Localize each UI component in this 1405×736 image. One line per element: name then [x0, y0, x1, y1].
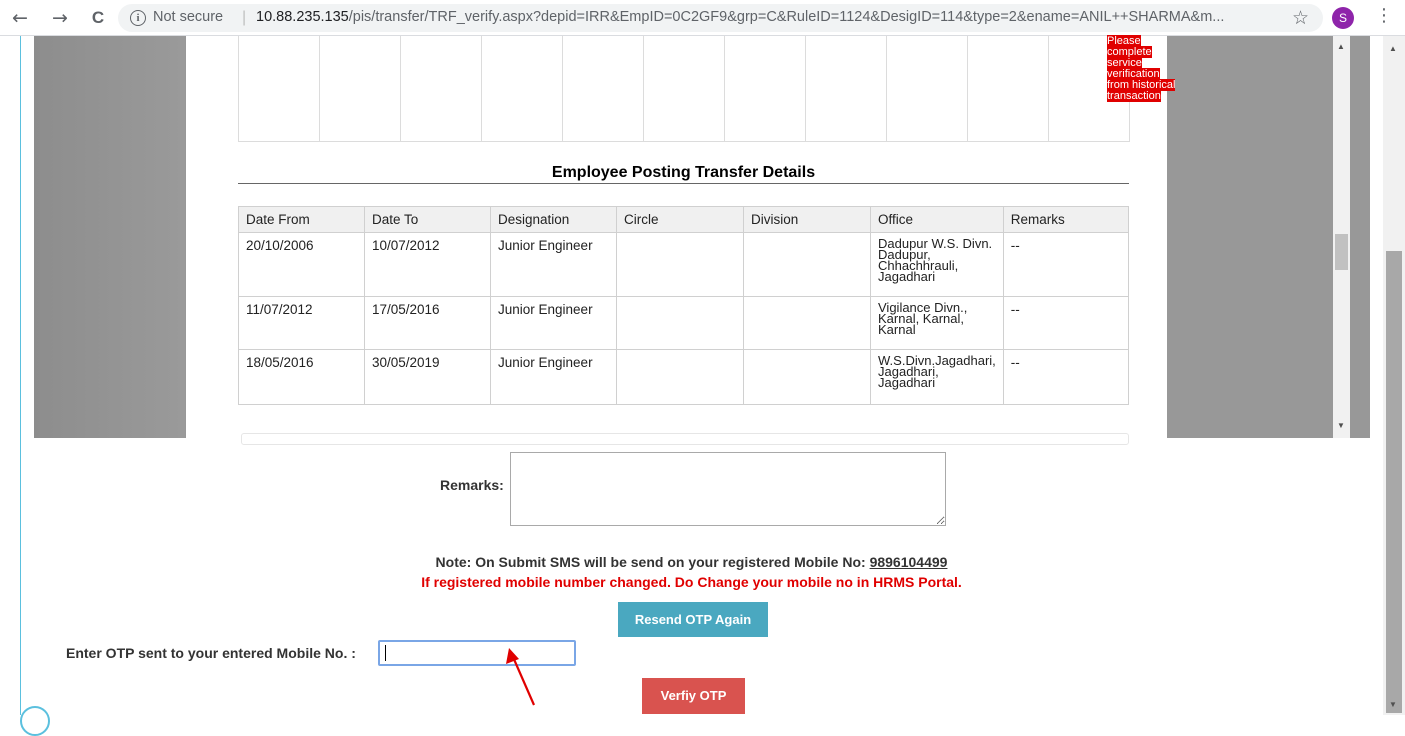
date-from-cell: 20/10/2006 [238, 232, 365, 297]
browser-toolbar: ← → C i Not secure | 10.88.235.135/pis/t… [0, 0, 1405, 36]
remarks-cell: -- [1002, 296, 1130, 350]
office-cell: Vigilance Divn., Karnal, Karnal, Karnal [870, 296, 1004, 350]
verify-otp-button[interactable]: Verfiy OTP [642, 678, 745, 714]
table-cell [482, 36, 563, 141]
sms-note-text: Note: On Submit SMS will be send on your… [435, 554, 866, 570]
table-row: 18/05/2016 30/05/2019 Junior Engineer W.… [238, 349, 1130, 405]
text-caret [385, 645, 386, 661]
info-icon[interactable]: i [130, 10, 146, 26]
table-cell [401, 36, 482, 141]
address-separator: | [242, 9, 247, 26]
report-frame-left-margin [34, 36, 185, 438]
date-to-cell: 10/07/2012 [364, 232, 491, 297]
posting-transfer-table: Date From Date To Designation Circle Div… [238, 206, 1130, 405]
resend-otp-button[interactable]: Resend OTP Again [618, 602, 768, 637]
url-text[interactable]: 10.88.235.135/pis/transfer/TRF_verify.as… [256, 9, 1276, 25]
column-header: Date From [238, 206, 365, 233]
circle-cell [616, 232, 744, 297]
sms-note: Note: On Submit SMS will be send on your… [0, 554, 1383, 570]
table-row: 20/10/2006 10/07/2012 Junior Engineer Da… [238, 232, 1130, 297]
service-verification-warning: Please complete service verification fro… [1107, 35, 1176, 102]
circle-cell [616, 296, 744, 350]
division-cell [743, 296, 871, 350]
date-to-cell: 17/05/2016 [364, 296, 491, 350]
scroll-down-icon[interactable]: ▼ [1389, 700, 1397, 709]
report-frame-right-margin [1167, 36, 1337, 438]
profile-avatar[interactable]: S [1332, 7, 1354, 29]
circle-icon [20, 706, 50, 736]
column-header: Designation [490, 206, 617, 233]
office-cell: W.S.Divn.Jagadhari, Jagadhari, Jagadhari [870, 349, 1004, 405]
remarks-cell: -- [1002, 232, 1130, 297]
remarks-textarea[interactable] [510, 452, 946, 526]
report-paper: Please complete service verification fro… [186, 35, 1176, 445]
column-header: Circle [616, 206, 744, 233]
service-table-fragment: Please complete service verification fro… [238, 35, 1176, 142]
scroll-up-icon[interactable]: ▲ [1337, 42, 1345, 51]
division-cell [743, 232, 871, 297]
bookmark-star-icon[interactable]: ☆ [1292, 7, 1309, 29]
scrollbar-thumb[interactable] [1386, 251, 1402, 713]
table-cell [968, 36, 1049, 141]
url-host: 10.88.235.135 [256, 9, 349, 25]
remarks-cell: -- [1002, 349, 1130, 405]
designation-cell: Junior Engineer [490, 349, 617, 405]
forward-icon[interactable]: → [48, 6, 72, 30]
url-path: /pis/transfer/TRF_verify.aspx?depid=IRR&… [348, 9, 1225, 25]
remarks-label: Remarks: [440, 477, 504, 493]
table-header-row: Date From Date To Designation Circle Div… [238, 206, 1130, 233]
circle-cell [616, 349, 744, 405]
table-cell [725, 36, 806, 141]
date-to-cell: 30/05/2019 [364, 349, 491, 405]
annotation-arrow-icon [506, 648, 536, 706]
table-cell [887, 36, 968, 141]
section-title: Employee Posting Transfer Details [551, 164, 816, 181]
back-icon[interactable]: ← [8, 6, 32, 30]
column-header: Date To [364, 206, 491, 233]
column-header: Remarks [1002, 206, 1130, 233]
page-scrollbar[interactable]: ▲ ▼ [1383, 36, 1405, 715]
division-cell [743, 349, 871, 405]
column-header: Division [743, 206, 871, 233]
table-row: 11/07/2012 17/05/2016 Junior Engineer Vi… [238, 296, 1130, 350]
scrollbar-thumb[interactable] [1335, 234, 1348, 270]
otp-label: Enter OTP sent to your entered Mobile No… [66, 645, 356, 661]
otp-input[interactable] [378, 640, 576, 666]
security-label: Not secure [153, 9, 224, 25]
address-bar[interactable]: i Not secure | 10.88.235.135/pis/transfe… [118, 4, 1323, 32]
next-section-box [241, 433, 1129, 445]
designation-cell: Junior Engineer [490, 232, 617, 297]
date-from-cell: 11/07/2012 [238, 296, 365, 350]
reload-icon[interactable]: C [86, 6, 110, 30]
table-cell [320, 36, 401, 141]
designation-cell: Junior Engineer [490, 296, 617, 350]
registered-mobile-number: 9896104499 [869, 554, 948, 570]
report-frame-scrollbar[interactable]: ▲ ▼ [1333, 36, 1350, 438]
date-from-cell: 18/05/2016 [238, 349, 365, 405]
table-cell [239, 36, 320, 141]
title-divider [238, 183, 1129, 184]
table-cell [563, 36, 644, 141]
table-cell [644, 36, 725, 141]
column-header: Office [870, 206, 1004, 233]
table-cell [806, 36, 887, 141]
menu-icon[interactable]: ⋮ [1375, 5, 1393, 26]
office-cell: Dadupur W.S. Divn. Dadupur, Chhachhrauli… [870, 232, 1004, 297]
scroll-down-icon[interactable]: ▼ [1337, 421, 1345, 430]
mobile-change-warning: If registered mobile number changed. Do … [421, 574, 962, 590]
scroll-up-icon[interactable]: ▲ [1389, 44, 1397, 53]
